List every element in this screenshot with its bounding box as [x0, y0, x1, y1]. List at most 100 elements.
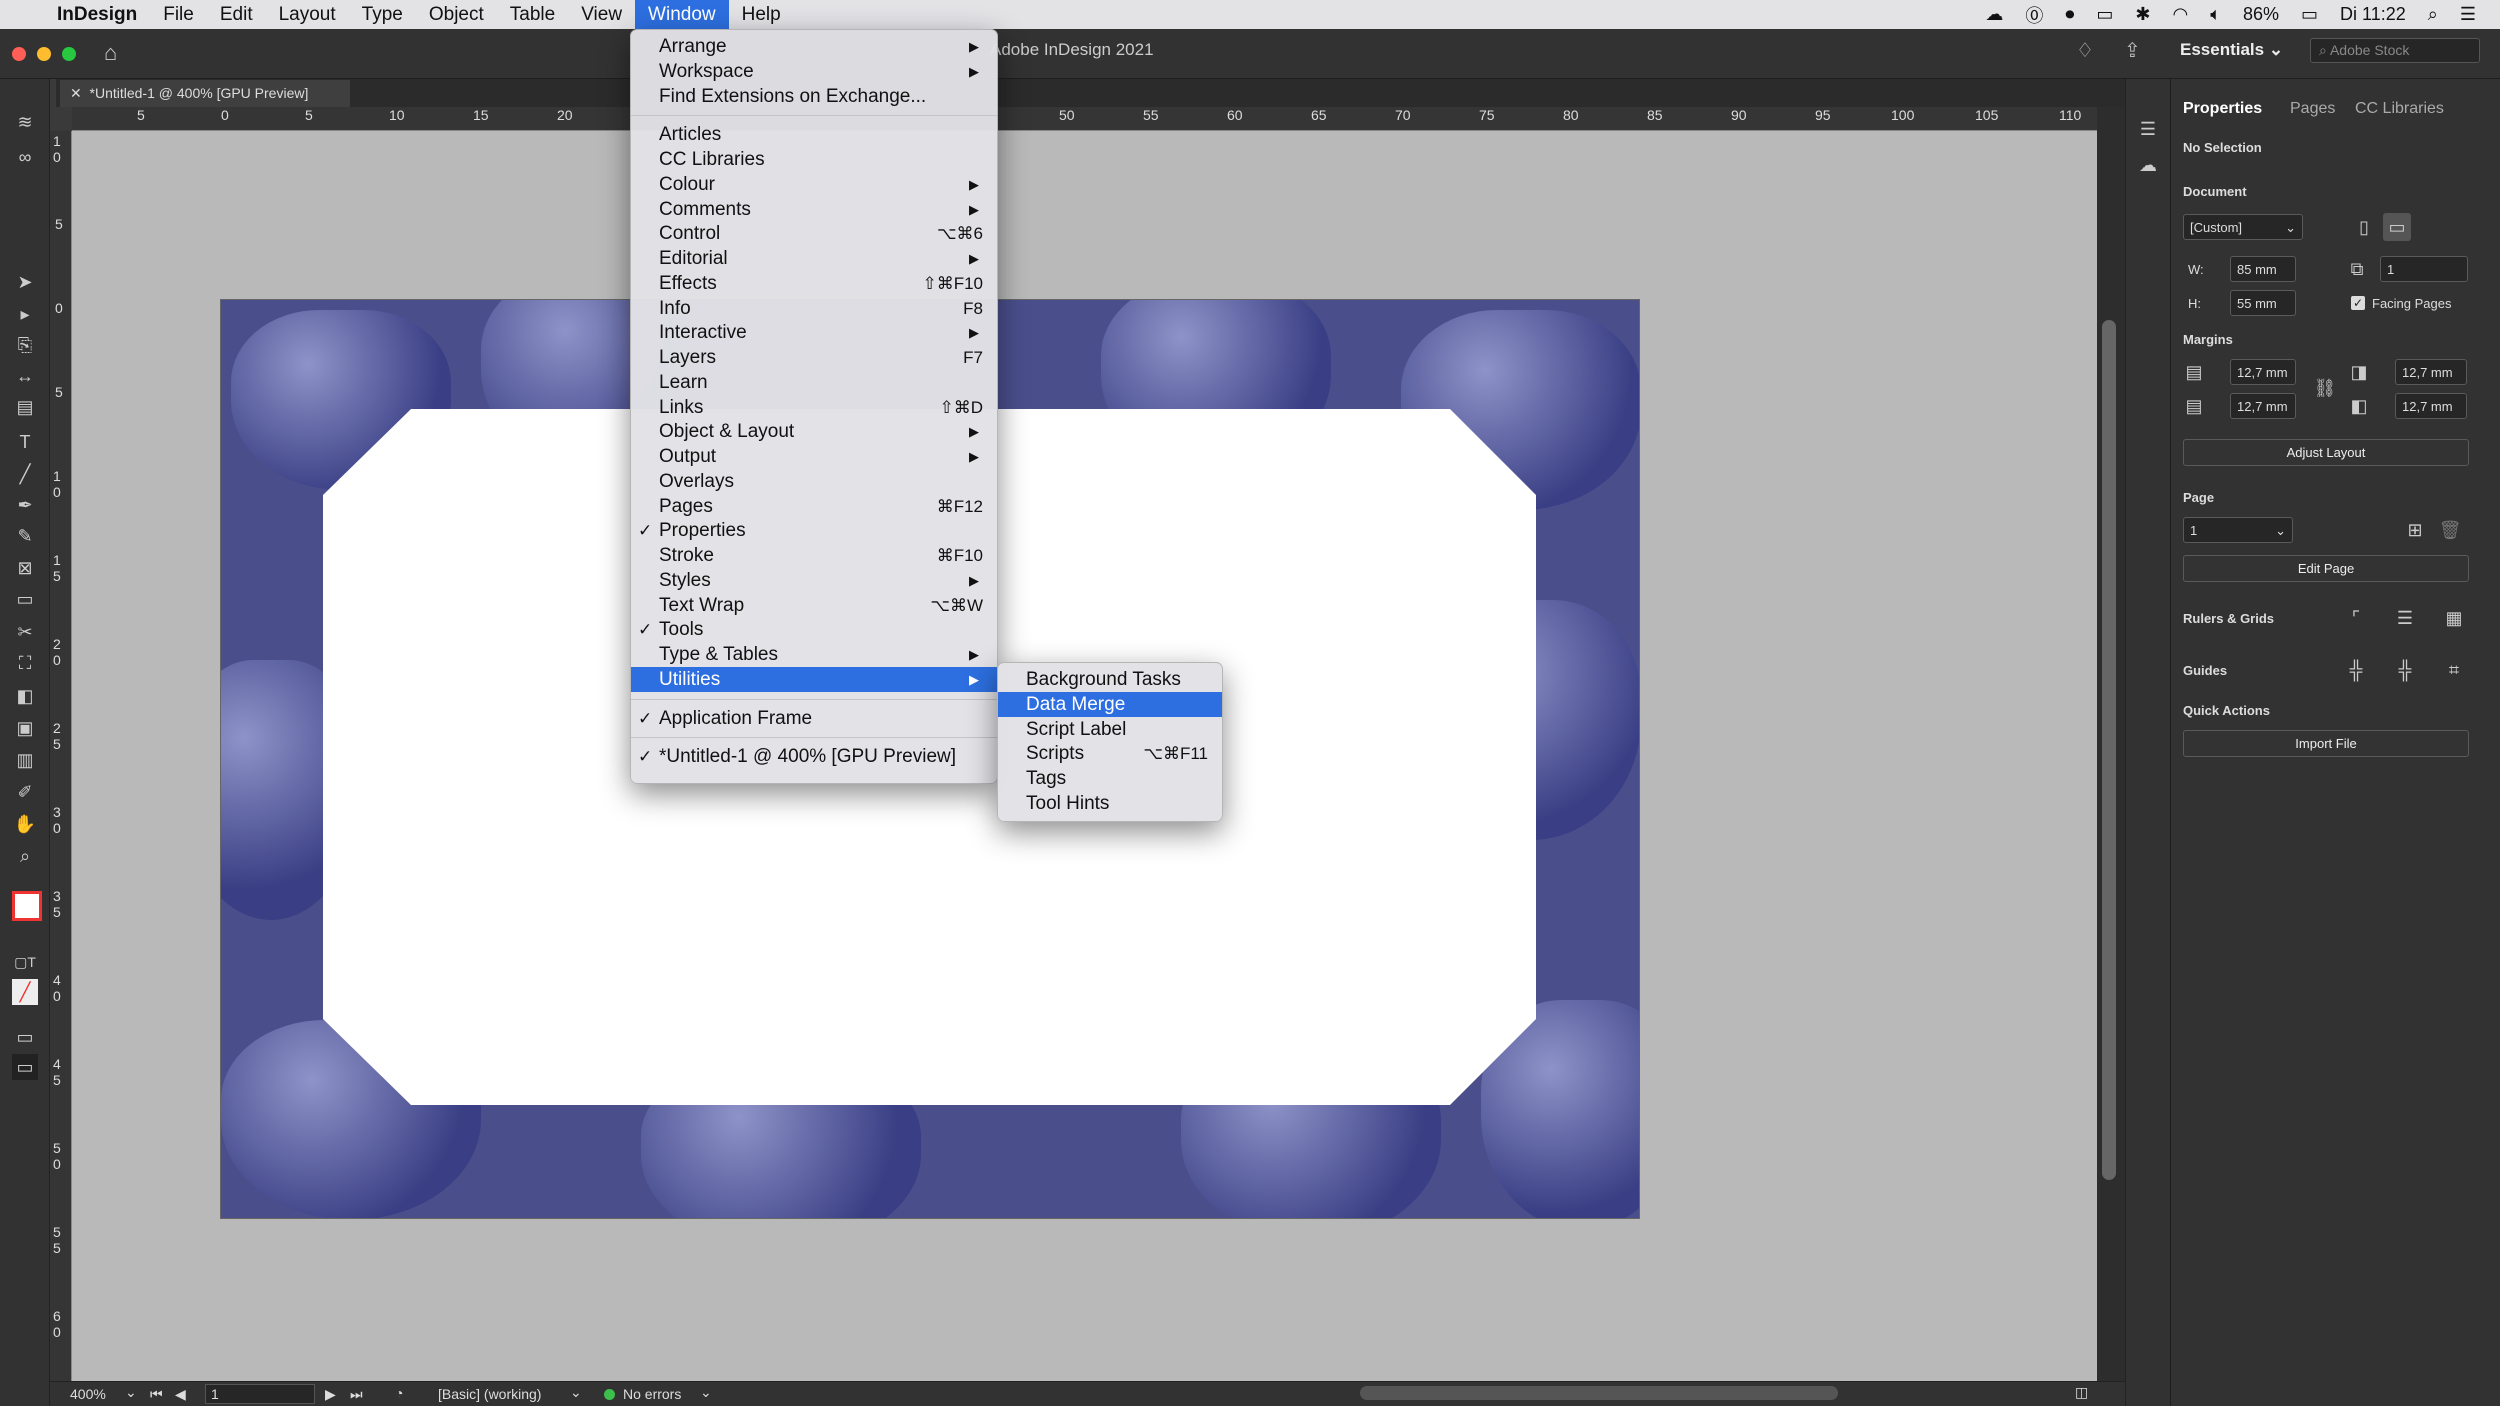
menu-item-utilities[interactable]: Utilities ▶	[631, 666, 997, 692]
cc-libraries-icon[interactable]: ☁	[2134, 151, 2162, 179]
page-tool-icon[interactable]: ⎘	[12, 332, 38, 358]
menu-item-background-tasks[interactable]: Background Tasks	[998, 667, 1222, 692]
tab-properties[interactable]: Properties	[2183, 100, 2262, 118]
screen-record-icon[interactable]: ⏺	[2065, 4, 2074, 25]
layers-icon[interactable]: ≋	[12, 109, 38, 135]
menu-item-data-merge[interactable]: Data Merge	[998, 691, 1222, 717]
display-icon[interactable]: ▭	[2096, 4, 2113, 25]
type-tool-icon[interactable]: T	[12, 429, 38, 455]
preview-mode-icon[interactable]: ▭	[12, 1054, 38, 1080]
facing-pages-checkbox[interactable]: ✓	[2351, 296, 2365, 310]
margin-bottom-field[interactable]: 12,7 mm	[2230, 393, 2296, 419]
zoom-level[interactable]: 400%	[70, 1386, 106, 1402]
pages-count-field[interactable]: 1	[2380, 256, 2468, 282]
menu-item-colour[interactable]: Colour ▶	[631, 172, 997, 197]
style-status[interactable]: [Basic] (working)	[438, 1386, 541, 1402]
menu-item-text-wrap[interactable]: Text Wrap ⌥⌘W	[631, 593, 997, 618]
menu-item-arrange[interactable]: Arrange ▶	[631, 34, 997, 59]
last-page-icon[interactable]: ⏭	[350, 1386, 363, 1403]
free-transform-tool-icon[interactable]: ⛶	[12, 650, 38, 676]
menu-edit[interactable]: Edit	[207, 0, 266, 29]
document-grid-icon[interactable]: ▦	[2440, 604, 2468, 632]
menu-item-application-frame[interactable]: ✓ Application Frame	[631, 706, 997, 731]
baseline-grid-icon[interactable]: ☰	[2391, 604, 2419, 632]
tab-cc-libraries[interactable]: CC Libraries	[2355, 100, 2444, 118]
gradient-swatch-tool-icon[interactable]: ◧	[12, 683, 38, 709]
menu-item-find-extensions-on-exchange[interactable]: Find Extensions on Exchange...	[631, 84, 997, 109]
adjust-layout-button[interactable]: Adjust Layout	[2183, 439, 2469, 466]
style-dropdown-icon[interactable]: ⌄	[570, 1384, 582, 1401]
horizontal-ruler[interactable]: 5 0 5 10 15 20 50 55 60 65 70 75 80 85 9…	[72, 107, 2097, 131]
bluetooth-icon[interactable]: ✱	[2135, 4, 2150, 25]
formatting-affects-icon[interactable]: ▢T	[12, 949, 38, 975]
eyedropper-tool-icon[interactable]: ✐	[12, 779, 38, 805]
first-page-icon[interactable]: ⏮	[150, 1386, 163, 1403]
battery-percent[interactable]: 86%	[2243, 4, 2279, 25]
adobe-stock-search[interactable]: ⌕ Adobe Stock	[2310, 38, 2480, 63]
portrait-orientation-icon[interactable]: ▯	[2350, 213, 2378, 241]
import-file-button[interactable]: Import File	[2183, 730, 2469, 757]
content-collector-icon[interactable]: ▤	[12, 394, 38, 420]
menu-object[interactable]: Object	[416, 0, 497, 29]
previous-page-icon[interactable]: ◀	[175, 1386, 186, 1403]
menu-item-script-label[interactable]: Script Label	[998, 717, 1222, 742]
menu-item-effects[interactable]: Effects ⇧⌘F10	[631, 271, 997, 296]
menu-layout[interactable]: Layout	[266, 0, 349, 29]
gradient-feather-tool-icon[interactable]: ▣	[12, 715, 38, 741]
pencil-tool-icon[interactable]: ✎	[12, 523, 38, 549]
pen-tool-icon[interactable]: ✒	[12, 492, 38, 518]
menu-file[interactable]: File	[150, 0, 207, 29]
document-tab[interactable]: ✕ *Untitled-1 @ 400% [GPU Preview]	[60, 80, 350, 107]
scissors-tool-icon[interactable]: ✂	[12, 619, 38, 645]
next-page-icon[interactable]: ▶	[325, 1386, 336, 1403]
onepassword-icon[interactable]: ⓪	[2025, 2, 2043, 28]
tab-pages[interactable]: Pages	[2290, 100, 2335, 118]
rectangle-frame-tool-icon[interactable]: ⊠	[12, 555, 38, 581]
show-guides-icon[interactable]: ╬	[2342, 656, 2370, 684]
vertical-scroll-thumb[interactable]	[2102, 320, 2116, 1180]
gap-tool-icon[interactable]: ↔	[12, 363, 38, 389]
menu-item-layers[interactable]: Layers F7	[631, 345, 997, 370]
menu-window[interactable]: Window	[635, 0, 729, 29]
panel-menu-icon[interactable]: ☰	[2134, 115, 2162, 143]
height-field[interactable]: 55 mm	[2230, 290, 2296, 316]
menu-item-comments[interactable]: Comments ▶	[631, 197, 997, 222]
menu-item-tools[interactable]: ✓ Tools	[631, 617, 997, 642]
menu-item-control[interactable]: Control ⌥⌘6	[631, 221, 997, 246]
menu-item-links[interactable]: Links ⇧⌘D	[631, 395, 997, 420]
menu-type[interactable]: Type	[349, 0, 416, 29]
links-icon[interactable]: ∞	[12, 144, 38, 170]
add-page-icon[interactable]: ⊞	[2401, 516, 2429, 544]
menu-item-type-tables[interactable]: Type & Tables ▶	[631, 642, 997, 667]
edit-page-button[interactable]: Edit Page	[2183, 555, 2469, 582]
creative-cloud-icon[interactable]: ☁	[1985, 4, 2003, 25]
menu-item-untitled-1-400-gpu-preview[interactable]: ✓ *Untitled-1 @ 400% [GPU Preview]	[631, 744, 997, 769]
menu-item-articles[interactable]: Articles	[631, 122, 997, 147]
menu-help[interactable]: Help	[729, 0, 794, 29]
preflight-dropdown-icon[interactable]: ⌄	[700, 1384, 712, 1401]
note-tool-icon[interactable]: ▥	[12, 747, 38, 773]
horizontal-scroll-thumb[interactable]	[1360, 1386, 1838, 1400]
lock-guides-icon[interactable]: ╬	[2391, 656, 2419, 684]
close-window-button[interactable]	[12, 47, 26, 61]
margin-outside-field[interactable]: 12,7 mm	[2395, 393, 2467, 419]
minimize-window-button[interactable]	[37, 47, 51, 61]
preflight-status[interactable]: No errors	[623, 1386, 681, 1402]
vertical-ruler[interactable]: 1 0 5 0 5 1 0 1 5 2 0 2 5 3 0 3 5 4 0 4 …	[50, 131, 72, 1381]
menu-item-stroke[interactable]: Stroke ⌘F10	[631, 543, 997, 568]
document-preset-select[interactable]: [Custom] ⌄	[2183, 214, 2303, 240]
clock[interactable]: Di 11:22	[2340, 4, 2406, 25]
rectangle-tool-icon[interactable]: ▭	[12, 586, 38, 612]
line-tool-icon[interactable]: ╱	[12, 461, 38, 487]
menu-item-info[interactable]: Info F8	[631, 296, 997, 321]
menu-item-cc-libraries[interactable]: CC Libraries	[631, 147, 997, 172]
page-number-field[interactable]: 1	[205, 1384, 315, 1404]
menu-item-styles[interactable]: Styles ▶	[631, 568, 997, 593]
workspace-switcher[interactable]: Essentials ⌄	[2180, 40, 2283, 60]
menu-item-pages[interactable]: Pages ⌘F12	[631, 494, 997, 519]
hand-tool-icon[interactable]: ✋	[12, 811, 38, 837]
menu-item-tags[interactable]: Tags	[998, 766, 1222, 791]
margin-inside-field[interactable]: 12,7 mm	[2395, 359, 2467, 385]
menu-item-learn[interactable]: Learn	[631, 370, 997, 395]
delete-page-icon[interactable]: 🗑︎	[2436, 516, 2464, 544]
